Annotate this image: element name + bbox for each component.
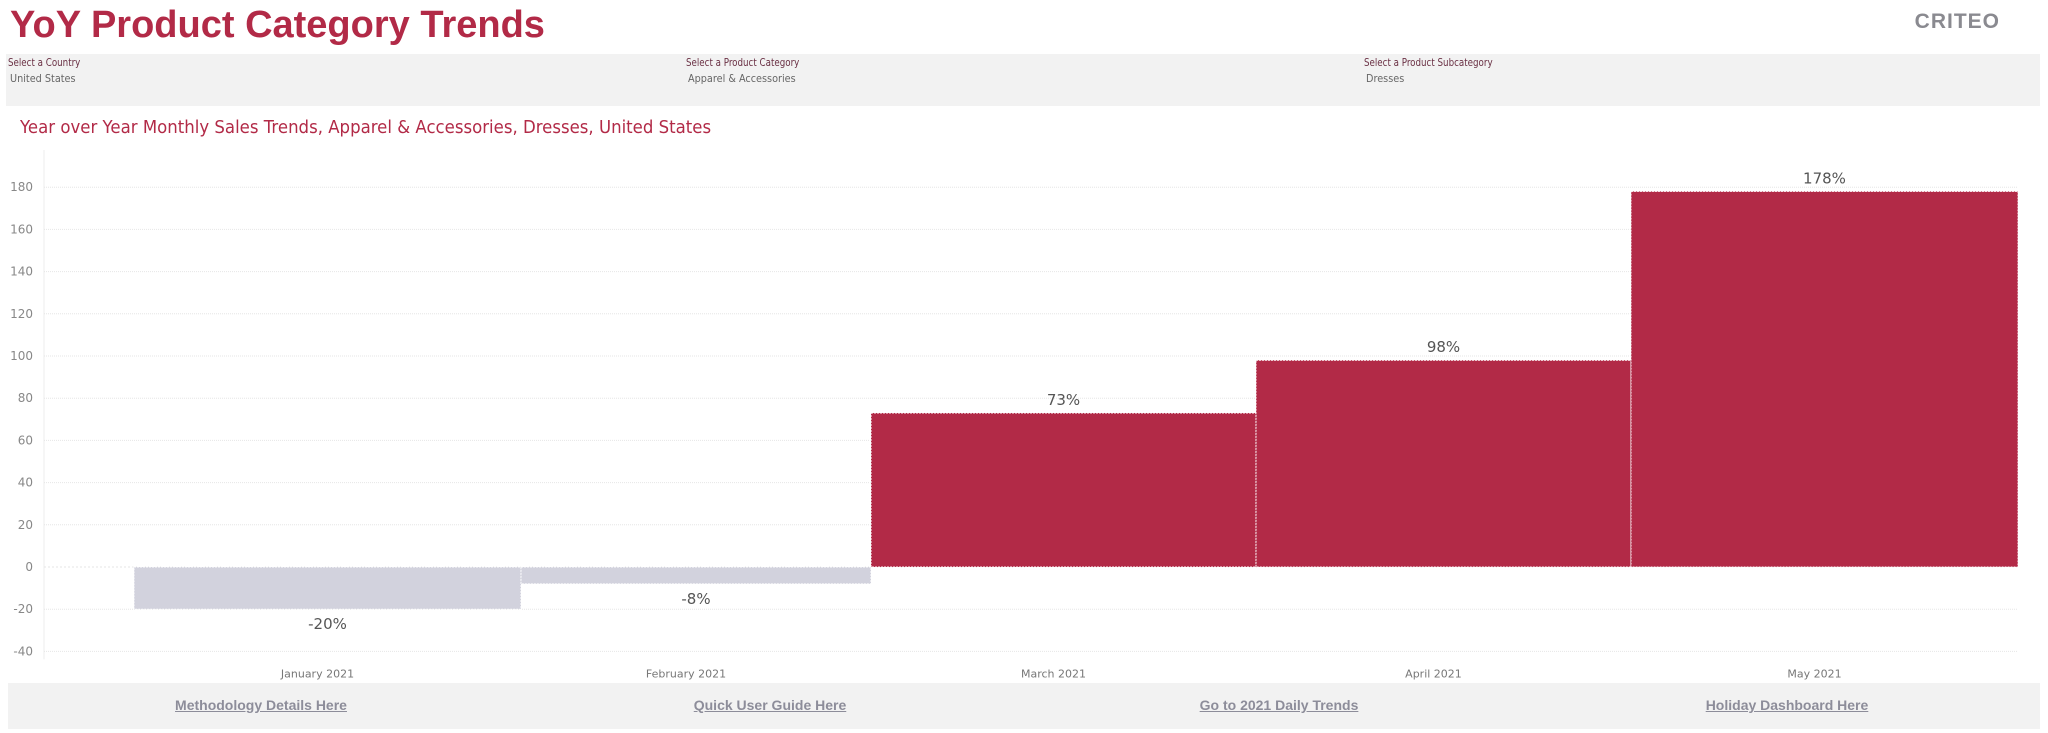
x-tick-label: March 2021 [1021,667,1086,680]
data-label: -20% [308,615,347,633]
country-filter-value[interactable]: United States [10,72,81,85]
dashboard-title: YoY Product Category Trends [10,4,545,46]
yoy-bar-chart: -40 -20 0 20 40 60 80 100 120 140 160 180 -20% -8% 73… [10,150,2019,680]
y-tick-label: 160 [10,222,33,236]
bar-5[interactable] [1630,190,2019,568]
y-tick-label: 140 [10,265,33,279]
filter-bar: Select a Country United States Select a … [6,54,2040,106]
category-filter-label: Select a Product Category [686,56,800,69]
subcategory-filter[interactable]: Select a Product Subcategory Dresses [1364,56,1510,85]
subcategory-filter-label: Select a Product Subcategory [1364,56,1493,69]
y-tick-label: -20 [13,602,33,616]
chart-title: Year over Year Monthly Sales Trends, App… [20,117,712,138]
methodology-link[interactable]: Methodology Details Here [175,697,347,713]
x-tick-label: May 2021 [1787,667,1841,680]
data-label: -8% [681,590,710,608]
bar-4[interactable] [1255,359,1632,568]
y-tick-label: 60 [18,433,33,447]
bar-3[interactable] [870,412,1257,568]
y-tick-label: 180 [10,180,33,194]
bar-2[interactable] [520,566,872,585]
x-tick-label: April 2021 [1405,667,1462,680]
country-filter-label: Select a Country [8,56,81,69]
x-axis: January 2021 February 2021 March 2021 April… [280,667,1842,680]
y-tick-label: -40 [13,644,33,658]
y-tick-label: 100 [10,349,33,363]
data-label: 98% [1427,338,1460,356]
category-filter[interactable]: Select a Product Category Apparel & Acce… [686,56,815,85]
footer-links: Methodology Details Here Quick User Guid… [8,683,2040,729]
y-tick-label: 0 [25,560,33,574]
bar-1[interactable] [133,566,522,610]
y-tick-label: 40 [18,476,33,490]
subcategory-filter-value[interactable]: Dresses [1366,72,1493,85]
y-tick-label: 120 [10,307,33,321]
user-guide-link[interactable]: Quick User Guide Here [694,697,847,713]
daily-trends-link[interactable]: Go to 2021 Daily Trends [1200,697,1359,713]
x-tick-label: January 2021 [280,667,354,680]
y-axis: -40 -20 0 20 40 60 80 100 120 140 160 180 [10,180,33,658]
data-label: 73% [1047,391,1080,409]
country-filter[interactable]: Select a Country United States [8,56,90,85]
holiday-dashboard-link[interactable]: Holiday Dashboard Here [1706,697,1869,713]
y-tick-label: 80 [18,391,33,405]
category-filter-value[interactable]: Apparel & Accessories [688,72,800,85]
x-tick-label: February 2021 [646,667,726,680]
y-tick-label: 20 [18,518,33,532]
criteo-logo: CRITEO [1914,10,2000,33]
data-label: 178% [1803,169,1846,187]
